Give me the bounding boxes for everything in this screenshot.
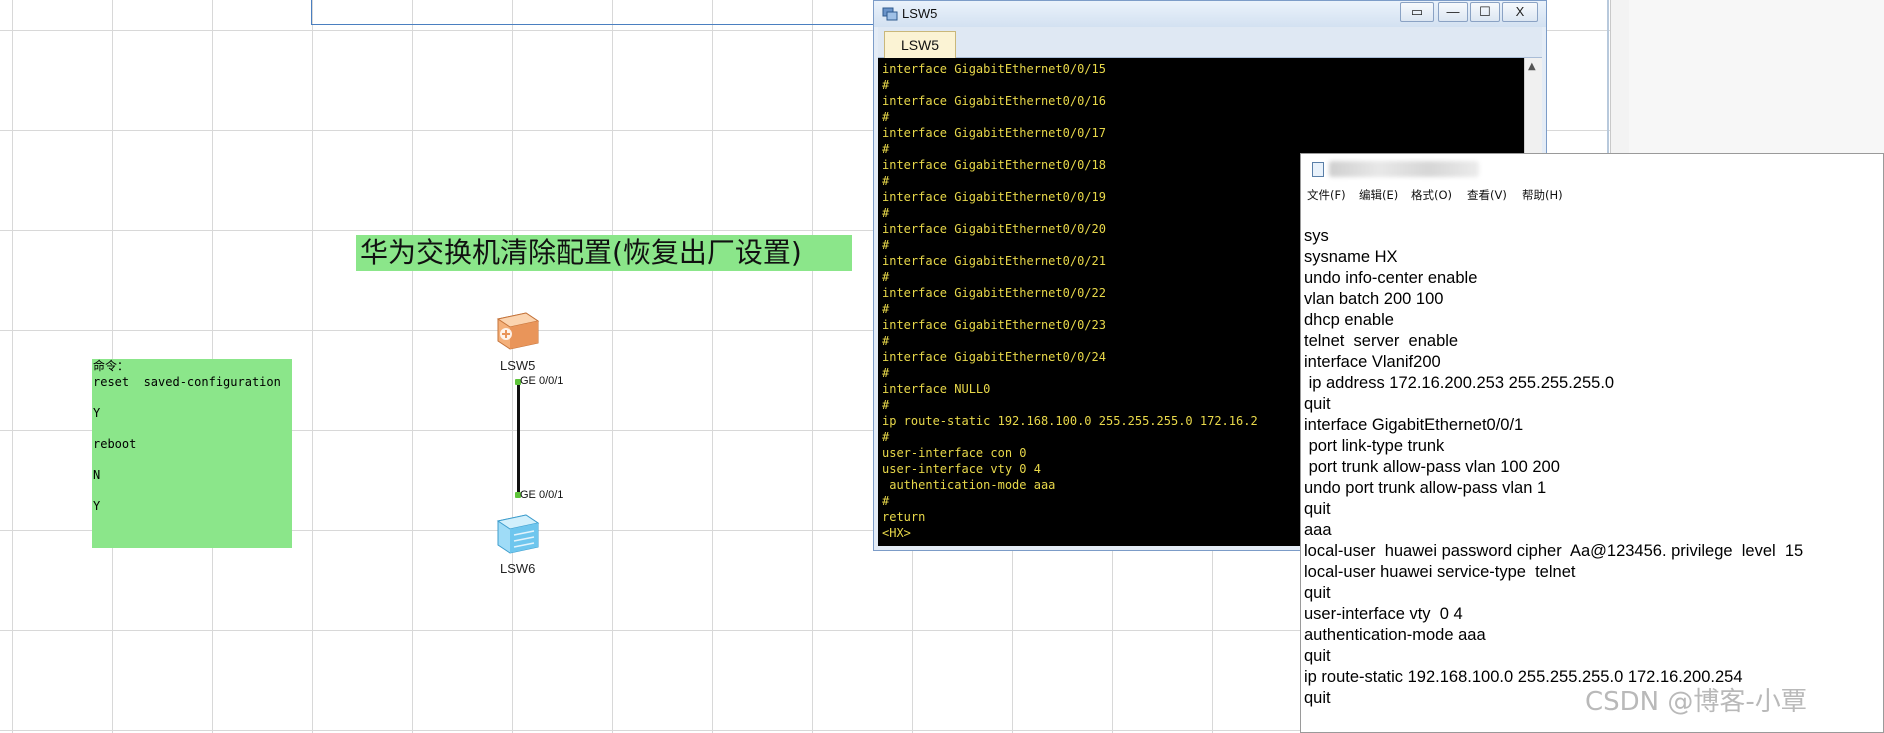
terminal-line: interface GigabitEthernet0/0/20 bbox=[882, 222, 1106, 236]
notepad-line: quit bbox=[1304, 647, 1331, 665]
menu-format[interactable]: 格式(O) bbox=[1411, 187, 1452, 203]
terminal-line: interface GigabitEthernet0/0/21 bbox=[882, 254, 1106, 268]
title-banner: 华为交换机清除配置(恢复出厂设置) bbox=[356, 235, 852, 271]
terminal-line: interface GigabitEthernet0/0/24 bbox=[882, 350, 1106, 364]
terminal-line: authentication-mode aaa bbox=[882, 478, 1056, 492]
notepad-line: interface Vlanif200 bbox=[1304, 353, 1441, 371]
notepad-line: port link-type trunk bbox=[1304, 437, 1445, 455]
notepad-line: undo info-center enable bbox=[1304, 269, 1478, 287]
note-line: Y bbox=[93, 405, 101, 420]
terminal-line: # bbox=[882, 206, 890, 220]
link-lsw5-lsw6[interactable] bbox=[517, 383, 520, 493]
terminal-line: user-interface con 0 bbox=[882, 446, 1027, 460]
terminal-line: # bbox=[882, 78, 890, 92]
notepad-line: ip address 172.16.200.253 255.255.255.0 bbox=[1304, 374, 1615, 392]
notepad-line: undo port trunk allow-pass vlan 1 bbox=[1304, 479, 1547, 497]
note-line bbox=[93, 453, 291, 469]
notepad-line: port trunk allow-pass vlan 100 200 bbox=[1304, 458, 1560, 476]
terminal-line: # bbox=[882, 494, 890, 508]
terminal-line: interface GigabitEthernet0/0/16 bbox=[882, 94, 1106, 108]
terminal-line: interface NULL0 bbox=[882, 382, 991, 396]
notepad-window[interactable]: 文件(F) 编辑(E) 格式(O) 查看(V) 帮助(H) sys sysname… bbox=[1300, 153, 1884, 733]
terminal-line: # bbox=[882, 174, 890, 188]
notepad-text-area[interactable]: sys sysname HX undo info-center enable vlan… bbox=[1304, 226, 1803, 709]
notepad-line: sysname HX bbox=[1304, 248, 1398, 266]
note-line bbox=[93, 390, 291, 406]
notepad-line: local-user huawei service-type telnet bbox=[1304, 563, 1576, 581]
terminal-line: return bbox=[882, 510, 926, 524]
notepad-icon bbox=[1312, 162, 1324, 177]
notepad-line: sys bbox=[1304, 227, 1329, 245]
notepad-line: local-user huawei password cipher Aa@123… bbox=[1304, 542, 1804, 560]
terminal-line: # bbox=[882, 366, 890, 380]
terminal-app-icon bbox=[882, 7, 898, 21]
note-line: N bbox=[93, 468, 101, 483]
lsw5-label: LSW5 bbox=[500, 358, 536, 373]
notepad-line: telnet server enable bbox=[1304, 332, 1459, 350]
terminal-line: ip route-static 192.168.100.0 255.255.25… bbox=[882, 414, 1258, 428]
terminal-output: interface GigabitEthernet0/0/15 # interfac… bbox=[882, 61, 1258, 541]
terminal-tabbar: LSW5 bbox=[878, 27, 1542, 58]
lsw5-switch-icon[interactable] bbox=[494, 309, 542, 353]
notepad-line: user-interface vty 0 4 bbox=[1304, 605, 1463, 623]
maximize-button[interactable]: ☐ bbox=[1470, 2, 1500, 22]
terminal-line: interface GigabitEthernet0/0/18 bbox=[882, 158, 1106, 172]
note-line: reboot bbox=[93, 436, 137, 451]
terminal-line: # bbox=[882, 142, 890, 156]
notepad-line: quit bbox=[1304, 395, 1331, 413]
command-note: 命令： reset saved-configuration Y reboot N… bbox=[92, 359, 292, 548]
notepad-line: quit bbox=[1304, 584, 1331, 602]
terminal-titlebar[interactable]: LSW5 ▭ — ☐ X bbox=[874, 1, 1546, 27]
notepad-line: vlan batch 200 100 bbox=[1304, 290, 1444, 308]
note-line bbox=[93, 421, 291, 437]
restore-button[interactable]: ▭ bbox=[1400, 2, 1434, 22]
notepad-line: interface GigabitEthernet0/0/1 bbox=[1304, 416, 1524, 434]
terminal-line: # bbox=[882, 110, 890, 124]
terminal-line: # bbox=[882, 398, 890, 412]
notepad-line: aaa bbox=[1304, 521, 1332, 539]
menu-file[interactable]: 文件(F) bbox=[1307, 187, 1346, 203]
tab-lsw5[interactable]: LSW5 bbox=[884, 31, 956, 58]
terminal-line: # bbox=[882, 302, 890, 316]
terminal-line: # bbox=[882, 334, 890, 348]
notepad-titlebar[interactable] bbox=[1301, 154, 1883, 184]
note-line: reset saved-configuration bbox=[93, 374, 281, 389]
terminal-line: user-interface vty 0 4 bbox=[882, 462, 1041, 476]
terminal-line: <HX> bbox=[882, 526, 911, 540]
terminal-line: interface GigabitEthernet0/0/15 bbox=[882, 62, 1106, 76]
notepad-line: authentication-mode aaa bbox=[1304, 626, 1486, 644]
note-line bbox=[93, 484, 291, 500]
notepad-menubar: 文件(F) 编辑(E) 格式(O) 查看(V) 帮助(H) bbox=[1301, 184, 1883, 206]
lsw5-port-label: GE 0/0/1 bbox=[520, 375, 564, 387]
note-line: 命令： bbox=[93, 359, 130, 373]
notepad-line: quit bbox=[1304, 500, 1331, 518]
terminal-line: # bbox=[882, 270, 890, 284]
lsw6-label: LSW6 bbox=[500, 561, 536, 576]
note-line: Y bbox=[93, 499, 101, 514]
terminal-line: # bbox=[882, 430, 890, 444]
scroll-up-icon[interactable]: ▲ bbox=[1528, 61, 1536, 72]
terminal-title: LSW5 bbox=[902, 6, 938, 21]
terminal-line: interface GigabitEthernet0/0/17 bbox=[882, 126, 1106, 140]
menu-view[interactable]: 查看(V) bbox=[1467, 187, 1507, 203]
close-button[interactable]: X bbox=[1502, 2, 1538, 22]
minimize-button[interactable]: — bbox=[1438, 2, 1468, 22]
menu-edit[interactable]: 编辑(E) bbox=[1359, 187, 1398, 203]
top-frame bbox=[311, 0, 881, 25]
lsw6-port-label: GE 0/0/1 bbox=[520, 489, 564, 501]
terminal-line: interface GigabitEthernet0/0/22 bbox=[882, 286, 1106, 300]
watermark: CSDN @博客-小覃 bbox=[1585, 687, 1807, 717]
terminal-line: interface GigabitEthernet0/0/23 bbox=[882, 318, 1106, 332]
notepad-line: dhcp enable bbox=[1304, 311, 1394, 329]
blurred-file-title bbox=[1329, 161, 1479, 177]
terminal-line: # bbox=[882, 238, 890, 252]
terminal-line: interface GigabitEthernet0/0/19 bbox=[882, 190, 1106, 204]
lsw6-switch-icon[interactable] bbox=[494, 509, 542, 557]
menu-help[interactable]: 帮助(H) bbox=[1522, 187, 1563, 203]
